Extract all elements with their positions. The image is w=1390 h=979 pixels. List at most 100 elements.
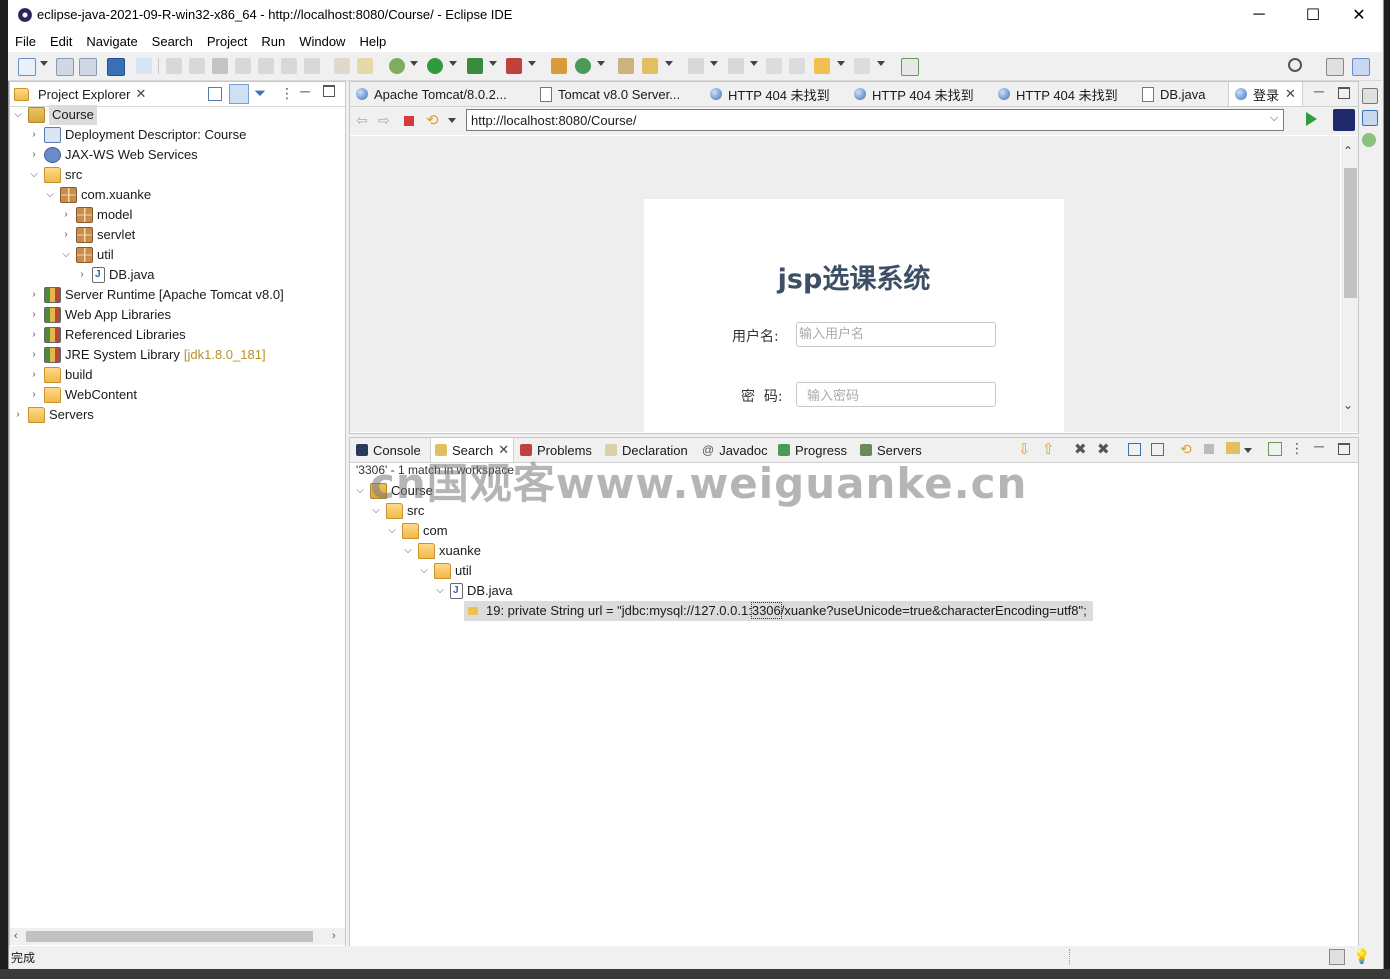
- browser-refresh-icon[interactable]: ⟲: [426, 111, 439, 129]
- maximize-editor-icon[interactable]: [1338, 87, 1350, 99]
- expand-toggle-icon[interactable]: ⌵: [12, 105, 24, 125]
- tree-item-course[interactable]: ⌵ Course: [12, 105, 97, 125]
- forward-icon[interactable]: [854, 58, 870, 74]
- new-java-package-icon[interactable]: [551, 58, 567, 74]
- outline-icon[interactable]: [1362, 110, 1378, 126]
- previous-annotation-dropdown-icon[interactable]: [750, 61, 758, 66]
- tree-item-jre-system-library[interactable]: › JRE System Library [jdk1.8.0_181]: [28, 345, 266, 365]
- new-dropdown-icon[interactable]: [40, 61, 48, 66]
- step-over-icon[interactable]: [281, 58, 297, 74]
- tree-item-jaxws[interactable]: › JAX-WS Web Services: [28, 145, 198, 165]
- save-icon[interactable]: [56, 58, 74, 76]
- expand-toggle-icon[interactable]: ›: [28, 385, 40, 405]
- collapse-all-icon[interactable]: [208, 87, 222, 101]
- username-input[interactable]: 输入用户名: [796, 322, 996, 347]
- editor-tab-tomcat-server[interactable]: Tomcat v8.0 Server...: [534, 82, 686, 106]
- browser-vertical-scrollbar[interactable]: ⌃ ⌄: [1341, 136, 1358, 432]
- next-annotation-dropdown-icon[interactable]: [710, 61, 718, 66]
- pin-view-icon[interactable]: [1268, 442, 1282, 456]
- expand-toggle-icon[interactable]: ›: [28, 145, 40, 165]
- tree-item-referenced-libraries[interactable]: › Referenced Libraries: [28, 325, 186, 345]
- run-dropdown-icon[interactable]: [449, 61, 457, 66]
- tree-item-server-runtime[interactable]: › Server Runtime [Apache Tomcat v8.0]: [28, 285, 284, 305]
- previous-match-icon[interactable]: ⇧: [1042, 440, 1055, 458]
- url-input[interactable]: http://localhost:8080/Course/: [466, 109, 1284, 131]
- expand-toggle-icon[interactable]: ⌵: [354, 481, 366, 501]
- menu-run[interactable]: Run: [254, 34, 292, 49]
- maximize-button[interactable]: ☐: [1290, 0, 1336, 30]
- close-view-icon[interactable]: ✕: [135, 86, 146, 102]
- link-with-editor-icon[interactable]: [229, 84, 249, 104]
- search-dropdown-icon[interactable]: [665, 61, 673, 66]
- previous-annotation-icon[interactable]: [728, 58, 744, 74]
- minimize-button[interactable]: ─: [1236, 0, 1282, 30]
- menu-help[interactable]: Help: [352, 34, 393, 49]
- tree-item-web-app-libraries[interactable]: › Web App Libraries: [28, 305, 171, 325]
- minimize-view-icon[interactable]: ─: [300, 83, 310, 99]
- tree-item-db-java[interactable]: › DB.java: [76, 265, 154, 285]
- maximize-view-icon[interactable]: [323, 85, 335, 97]
- refresh-dropdown-icon[interactable]: [448, 118, 456, 123]
- minimize-editor-icon[interactable]: ─: [1314, 83, 1324, 99]
- tree-item-servers[interactable]: › Servers: [12, 405, 94, 425]
- tree-item-servlet[interactable]: › servlet: [60, 225, 135, 245]
- editor-tab-login[interactable]: 登录 ✕: [1228, 82, 1303, 106]
- expand-toggle-icon[interactable]: ›: [60, 225, 72, 245]
- tree-item-com-xuanke[interactable]: ⌵ com.xuanke: [44, 185, 151, 205]
- search-history-icon[interactable]: [1226, 442, 1240, 454]
- menu-edit[interactable]: Edit: [43, 34, 79, 49]
- run-icon[interactable]: [427, 58, 443, 74]
- horizontal-scrollbar[interactable]: ‹ ›: [10, 928, 345, 945]
- open-type-icon[interactable]: [618, 58, 634, 74]
- expand-toggle-icon[interactable]: ›: [60, 205, 72, 225]
- forward-dropdown-icon[interactable]: [877, 61, 885, 66]
- close-window-button[interactable]: ✕: [1336, 0, 1382, 30]
- filter-icon[interactable]: ⏷: [254, 85, 266, 102]
- last-edit-location-icon[interactable]: [766, 58, 782, 74]
- new-java-class-icon[interactable]: [575, 58, 591, 74]
- tree-item-util[interactable]: ⌵ util: [60, 245, 114, 265]
- back-icon[interactable]: [814, 58, 830, 74]
- scrollbar-thumb[interactable]: [1344, 168, 1357, 298]
- history-dropdown-icon[interactable]: [1244, 448, 1252, 453]
- expand-toggle-icon[interactable]: ›: [28, 345, 40, 365]
- new-class-dropdown-icon[interactable]: [597, 61, 605, 66]
- menu-file[interactable]: File: [8, 34, 43, 49]
- expand-toggle-icon[interactable]: ⌵: [402, 541, 414, 561]
- forward-edit-icon[interactable]: [789, 58, 805, 74]
- back-dropdown-icon[interactable]: [837, 61, 845, 66]
- view-menu-icon[interactable]: ⋮: [1290, 440, 1304, 457]
- editor-tab-db-java[interactable]: DB.java: [1136, 82, 1212, 106]
- browser-forward-icon[interactable]: ⇨: [378, 112, 390, 129]
- use-step-filters-icon[interactable]: [357, 58, 373, 74]
- coverage-icon[interactable]: [467, 58, 483, 74]
- search-icon[interactable]: [1288, 58, 1302, 72]
- resume-icon[interactable]: [166, 58, 182, 74]
- save-all-icon[interactable]: [79, 58, 97, 76]
- minimize-view-icon[interactable]: ─: [1314, 438, 1324, 454]
- coverage-dropdown-icon[interactable]: [489, 61, 497, 66]
- suspend-icon[interactable]: [189, 58, 205, 74]
- next-annotation-icon[interactable]: [688, 58, 704, 74]
- expand-toggle-icon[interactable]: ›: [28, 125, 40, 145]
- editor-tab-http404-3[interactable]: HTTP 404 未找到: [992, 82, 1124, 106]
- tree-item-model[interactable]: › model: [60, 205, 132, 225]
- menu-navigate[interactable]: Navigate: [79, 34, 144, 49]
- expand-toggle-icon[interactable]: ⌵: [418, 561, 430, 581]
- debug-dropdown-icon[interactable]: [410, 61, 418, 66]
- external-tools-icon[interactable]: [506, 58, 522, 74]
- skip-breakpoints-icon[interactable]: [136, 58, 152, 74]
- collapse-all-icon[interactable]: [1151, 443, 1164, 456]
- expand-toggle-icon[interactable]: ›: [12, 405, 24, 425]
- external-tools-dropdown-icon[interactable]: [528, 61, 536, 66]
- debug-icon[interactable]: [389, 58, 405, 74]
- expand-toggle-icon[interactable]: ⌵: [28, 165, 40, 185]
- menu-search[interactable]: Search: [145, 34, 200, 49]
- drop-to-frame-icon[interactable]: [334, 58, 350, 74]
- menu-project[interactable]: Project: [200, 34, 254, 49]
- browser-back-icon[interactable]: ⇦: [356, 112, 368, 129]
- menu-window[interactable]: Window: [292, 34, 352, 49]
- scroll-down-icon[interactable]: ⌄: [1343, 398, 1353, 412]
- restore-icon[interactable]: [1362, 88, 1378, 104]
- run-search-again-icon[interactable]: ⟲: [1180, 441, 1192, 458]
